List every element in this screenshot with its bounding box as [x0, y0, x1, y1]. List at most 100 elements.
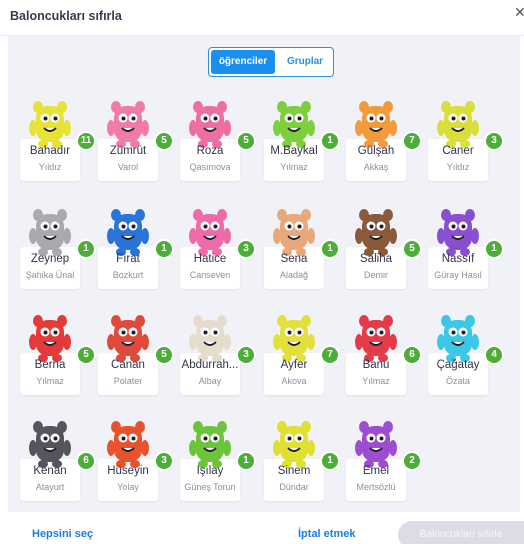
- student-first-name: Hüseyin: [107, 465, 149, 477]
- student-last-name: Mertsözlü: [356, 482, 396, 492]
- cyan-monster-icon: [437, 315, 479, 362]
- student-first-name: Caner: [442, 145, 474, 157]
- student-last-name: Polater: [113, 376, 143, 386]
- student-card[interactable]: 5 Roza Qasımova: [180, 98, 256, 182]
- cancel-button[interactable]: İptal etmek: [298, 528, 355, 540]
- view-tabs: öğrenciler Gruplar: [208, 47, 334, 77]
- tab-students[interactable]: öğrenciler: [211, 50, 275, 74]
- brown-monster-icon: [355, 209, 397, 256]
- red-monster-icon: [355, 315, 397, 362]
- student-last-name: Atayurt: [35, 482, 65, 492]
- student-last-name: Bozkurt: [112, 270, 144, 280]
- student-card[interactable]: 3 Abdurrah... Albay: [180, 312, 256, 396]
- green-monster-icon: [189, 421, 231, 468]
- student-last-name: Varol: [117, 162, 139, 172]
- student-last-name: Yılmaz: [362, 376, 390, 386]
- student-first-name: Nassıf: [441, 253, 475, 265]
- student-last-name: Yolay: [117, 482, 139, 492]
- student-card[interactable]: 1 Sinem Dündar: [264, 418, 340, 502]
- student-first-name: Çağatay: [436, 359, 480, 371]
- student-first-name: Gülşah: [357, 145, 395, 157]
- student-first-name: M.Baykal: [270, 145, 318, 157]
- student-first-name: Abdurrah...: [181, 359, 239, 371]
- student-card[interactable]: 5 Zümrüt Varol: [98, 98, 174, 182]
- green-monster-icon: [273, 101, 315, 148]
- student-last-name: Qasımova: [189, 162, 231, 172]
- student-card[interactable]: 6 Banu Yılmaz: [346, 312, 422, 396]
- student-first-name: Fırat: [116, 253, 140, 265]
- student-card[interactable]: 5 Berna Yılmaz: [20, 312, 96, 396]
- student-first-name: Kenan: [33, 465, 67, 477]
- student-last-name: Demir: [364, 270, 388, 280]
- student-last-name: Özata: [445, 376, 470, 386]
- student-last-name: Akova: [281, 376, 307, 386]
- student-first-name: Işılay: [196, 465, 224, 477]
- dialog-footer: Hepsini seç İptal etmek Baloncukları sıf…: [0, 512, 524, 544]
- student-last-name: Yıldız: [446, 162, 470, 172]
- orange-monster-icon: [355, 101, 397, 148]
- yellow-monster-icon: [29, 101, 71, 148]
- student-last-name: Güneş Torun: [184, 482, 236, 492]
- cream-monster-icon: [189, 315, 231, 362]
- student-card[interactable]: 7 Gülşah Akkaş: [346, 98, 422, 182]
- student-last-name: Dündar: [279, 482, 309, 492]
- student-last-name: Şahika Ünal: [25, 270, 75, 280]
- student-card[interactable]: 3 Caner Yıldız: [428, 98, 504, 182]
- student-card[interactable]: 1 Nassıf Güray Hasıl: [428, 206, 504, 290]
- tab-groups[interactable]: Gruplar: [275, 48, 333, 76]
- student-card[interactable]: 1 Sena Aladağ: [264, 206, 340, 290]
- tan-monster-icon: [273, 209, 315, 256]
- dialog-title: Baloncukları sıfırla: [10, 9, 122, 23]
- red-monster-icon: [107, 315, 149, 362]
- student-card[interactable]: 4 Çağatay Özata: [428, 312, 504, 396]
- purple-monster-icon: [437, 209, 479, 256]
- red-monster-icon: [29, 315, 71, 362]
- student-first-name: Ayfer: [280, 359, 308, 371]
- student-first-name: Zeynep: [30, 253, 70, 265]
- student-last-name: Güray Hasıl: [434, 270, 482, 280]
- close-icon[interactable]: ✕: [514, 4, 524, 21]
- yellow-monster-icon: [273, 421, 315, 468]
- student-first-name: Canan: [111, 359, 145, 371]
- pink-monster-icon: [189, 101, 231, 148]
- pink-monster-icon: [189, 209, 231, 256]
- student-card[interactable]: 1 Zeynep Şahika Ünal: [20, 206, 96, 290]
- yellow-monster-icon: [437, 101, 479, 148]
- student-card[interactable]: 1 M.Baykal Yılmaz: [264, 98, 340, 182]
- student-first-name: Banu: [362, 359, 390, 371]
- student-last-name: Yıldız: [38, 162, 62, 172]
- student-first-name: Bahadır: [29, 145, 71, 157]
- student-last-name: Akkaş: [363, 162, 389, 172]
- student-last-name: Albay: [198, 376, 222, 386]
- purple-monster-icon: [355, 421, 397, 468]
- student-card[interactable]: 2 Emel Mertsözlü: [346, 418, 422, 502]
- pink-monster-icon: [107, 101, 149, 148]
- dialog-header: Baloncukları sıfırla ✕: [0, 0, 524, 36]
- student-first-name: Saliha: [360, 253, 392, 265]
- student-card[interactable]: 3 Hüseyin Yolay: [98, 418, 174, 502]
- gray-monster-icon: [29, 209, 71, 256]
- student-card[interactable]: 7 Ayfer Akova: [264, 312, 340, 396]
- student-card[interactable]: 5 Saliha Demir: [346, 206, 422, 290]
- student-last-name: Yılmaz: [36, 376, 64, 386]
- student-first-name: Roza: [196, 145, 224, 157]
- student-card[interactable]: 6 Kenan Atayurt: [20, 418, 96, 502]
- student-card[interactable]: 1 Fırat Bozkurt: [98, 206, 174, 290]
- black-monster-icon: [29, 421, 71, 468]
- student-first-name: Sena: [280, 253, 308, 265]
- student-card[interactable]: 3 Hatice Canseven: [180, 206, 256, 290]
- student-last-name: Aladağ: [279, 270, 309, 280]
- student-first-name: Zümrüt: [109, 145, 147, 157]
- select-all-button[interactable]: Hepsini seç: [32, 528, 93, 540]
- student-card[interactable]: 1 Işılay Güneş Torun: [180, 418, 256, 502]
- student-first-name: Hatice: [193, 253, 227, 265]
- orange-monster-icon: [107, 421, 149, 468]
- student-first-name: Sinem: [277, 465, 311, 477]
- reset-bubbles-button[interactable]: Baloncukları sıfırla: [398, 521, 524, 544]
- blue-monster-icon: [107, 209, 149, 256]
- student-first-name: Berna: [34, 359, 66, 371]
- student-card[interactable]: 5 Canan Polater: [98, 312, 174, 396]
- student-card[interactable]: 11 Bahadır Yıldız: [20, 98, 96, 182]
- student-last-name: Yılmaz: [280, 162, 308, 172]
- student-first-name: Emel: [362, 465, 390, 477]
